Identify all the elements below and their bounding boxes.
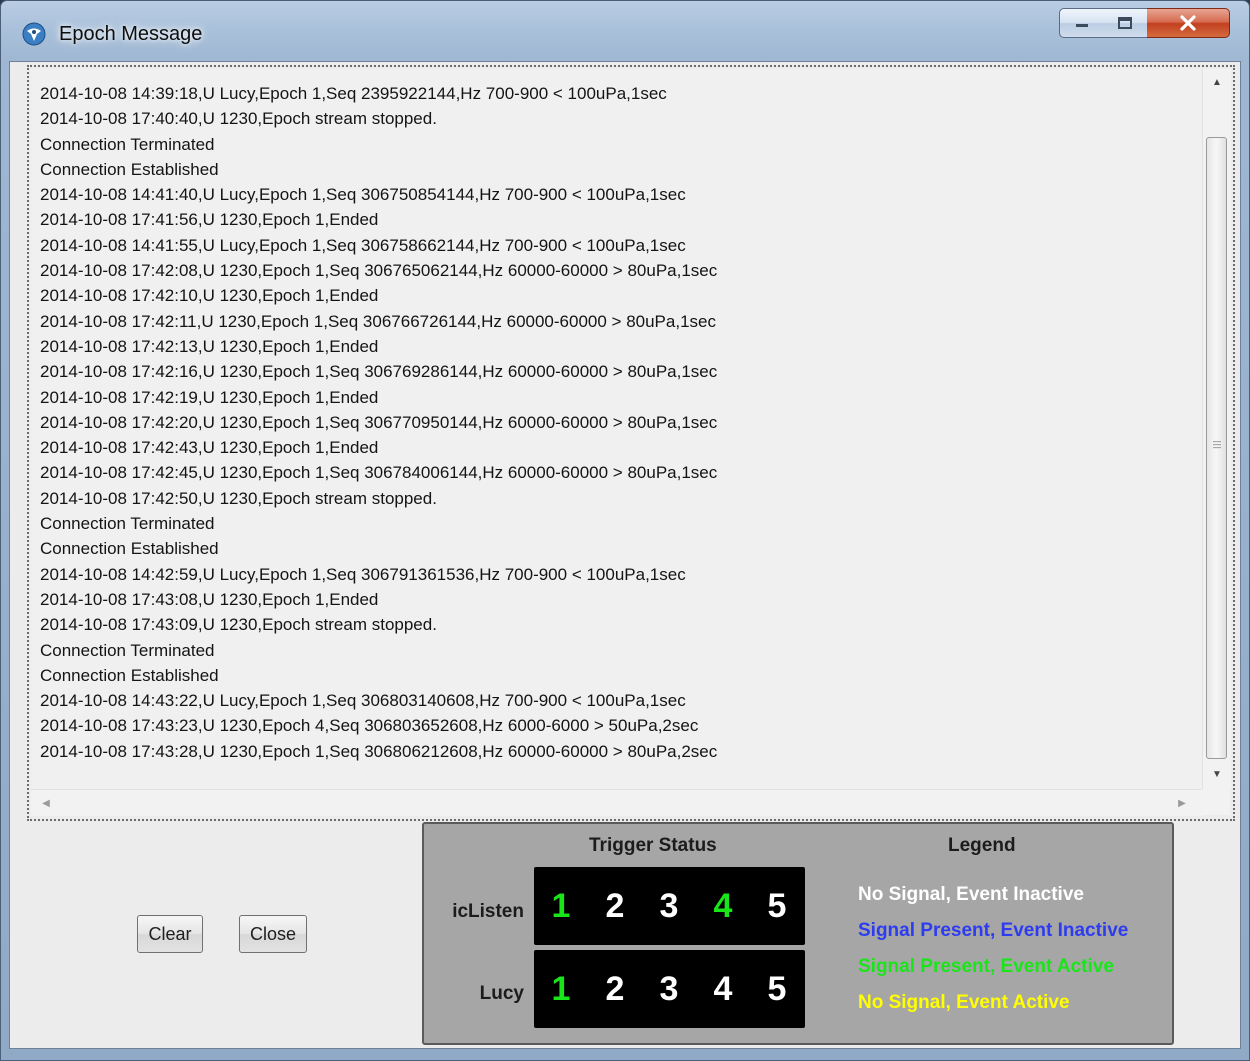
log-line: 2014-10-08 17:42:50,U 1230,Epoch stream …: [40, 488, 437, 508]
iclisten-status-display: 1 2 3 4 5: [534, 867, 805, 945]
lucy-digit-3: 3: [659, 970, 679, 1008]
window-title: Epoch Message: [59, 23, 203, 45]
legend-signal-present-inactive: Signal Present, Event Inactive: [858, 920, 1129, 941]
row-label-iclisten: icListen: [452, 901, 524, 922]
log-line: 2014-10-08 17:41:56,U 1230,Epoch 1,Ended: [40, 210, 379, 230]
vertical-scroll-thumb[interactable]: — — —: [1206, 137, 1227, 759]
maximize-icon: [1118, 17, 1132, 29]
iclisten-digit-4: 4: [713, 887, 733, 925]
log-line: 2014-10-08 17:42:20,U 1230,Epoch 1,Seq 3…: [40, 412, 718, 432]
legend-no-signal-active: No Signal, Event Active: [858, 992, 1070, 1013]
message-log[interactable]: 2014-10-08 14:39:18,U Lucy,Epoch 1,Seq 2…: [31, 69, 1202, 789]
log-line: 2014-10-08 17:42:10,U 1230,Epoch 1,Ended: [40, 286, 379, 306]
log-line: 2014-10-08 14:43:22,U Lucy,Epoch 1,Seq 3…: [40, 691, 686, 711]
scroll-up-icon[interactable]: ▲: [1203, 71, 1231, 93]
log-line: Connection Established: [40, 539, 219, 559]
log-line: 2014-10-08 17:43:23,U 1230,Epoch 4,Seq 3…: [40, 716, 699, 736]
grip-icon: — — —: [1213, 437, 1221, 452]
minimize-icon: [1075, 24, 1088, 27]
log-line: Connection Terminated: [40, 640, 215, 660]
vertical-scrollbar[interactable]: ▲ — — — ▼: [1202, 69, 1231, 789]
log-line: Connection Terminated: [40, 514, 215, 534]
log-line: Connection Established: [40, 665, 219, 685]
iclisten-digit-2: 2: [605, 887, 625, 925]
lucy-status-display: 1 2 3 4 5: [534, 950, 805, 1028]
close-window-button[interactable]: [1147, 8, 1230, 38]
satellite-dish-icon: [22, 22, 46, 46]
scroll-right-icon[interactable]: ▶: [1171, 790, 1193, 816]
clear-button[interactable]: Clear: [137, 915, 203, 953]
log-line: 2014-10-08 17:43:09,U 1230,Epoch stream …: [40, 615, 437, 635]
iclisten-digit-3: 3: [659, 887, 679, 925]
log-line: 2014-10-08 17:43:28,U 1230,Epoch 1,Seq 3…: [40, 741, 718, 761]
log-line: 2014-10-08 14:39:18,U Lucy,Epoch 1,Seq 2…: [40, 84, 667, 103]
scrollbar-corner: [1202, 789, 1230, 815]
log-line: 2014-10-08 17:42:08,U 1230,Epoch 1,Seq 3…: [40, 261, 718, 281]
log-line: 2014-10-08 17:42:45,U 1230,Epoch 1,Seq 3…: [40, 463, 718, 483]
log-line: 2014-10-08 17:42:16,U 1230,Epoch 1,Seq 3…: [40, 362, 718, 382]
trigger-status-panel: Trigger Status Legend icListen 1 2 3 4 5…: [422, 822, 1174, 1045]
close-icon: [1180, 15, 1196, 31]
lucy-digit-1: 1: [551, 970, 571, 1008]
log-line: 2014-10-08 14:41:55,U Lucy,Epoch 1,Seq 3…: [40, 235, 686, 255]
minimize-button[interactable]: [1059, 8, 1104, 38]
lucy-digit-4: 4: [713, 970, 733, 1008]
horizontal-scrollbar[interactable]: ◀ ▶: [31, 789, 1202, 816]
log-line: 2014-10-08 17:42:43,U 1230,Epoch 1,Ended: [40, 438, 379, 458]
scroll-down-icon[interactable]: ▼: [1203, 763, 1231, 785]
legend-signal-present-active: Signal Present, Event Active: [858, 956, 1114, 977]
maximize-button[interactable]: [1103, 8, 1148, 38]
message-log-panel: 2014-10-08 14:39:18,U Lucy,Epoch 1,Seq 2…: [27, 65, 1235, 821]
lucy-digit-5: 5: [767, 970, 787, 1008]
epoch-message-window: Epoch Message 2014-10-08 14:39:18,U Lucy…: [0, 0, 1250, 1061]
log-line: Connection Established: [40, 159, 219, 179]
row-label-lucy: Lucy: [479, 983, 524, 1004]
log-line: 2014-10-08 14:42:59,U Lucy,Epoch 1,Seq 3…: [40, 564, 686, 584]
legend-heading: Legend: [948, 835, 1016, 856]
window-content: 2014-10-08 14:39:18,U Lucy,Epoch 1,Seq 2…: [9, 61, 1241, 1049]
log-line: 2014-10-08 17:42:11,U 1230,Epoch 1,Seq 3…: [40, 311, 716, 331]
log-line: 2014-10-08 17:42:13,U 1230,Epoch 1,Ended: [40, 336, 379, 356]
log-line: 2014-10-08 17:42:19,U 1230,Epoch 1,Ended: [40, 387, 379, 407]
trigger-status-heading: Trigger Status: [589, 835, 717, 856]
log-line: Connection Terminated: [40, 134, 215, 154]
iclisten-digit-5: 5: [767, 887, 787, 925]
close-button[interactable]: Close: [239, 915, 307, 953]
title-bar[interactable]: Epoch Message: [1, 1, 1249, 61]
scroll-left-icon[interactable]: ◀: [35, 790, 57, 816]
legend-no-signal-inactive: No Signal, Event Inactive: [858, 884, 1084, 905]
iclisten-digit-1: 1: [551, 887, 571, 925]
log-lines: 2014-10-08 14:39:18,U Lucy,Epoch 1,Seq 2…: [31, 81, 717, 764]
log-line: 2014-10-08 14:41:40,U Lucy,Epoch 1,Seq 3…: [40, 185, 686, 205]
log-line: 2014-10-08 17:40:40,U 1230,Epoch stream …: [40, 109, 437, 129]
lucy-digit-2: 2: [605, 970, 625, 1008]
log-line: 2014-10-08 17:43:08,U 1230,Epoch 1,Ended: [40, 589, 379, 609]
